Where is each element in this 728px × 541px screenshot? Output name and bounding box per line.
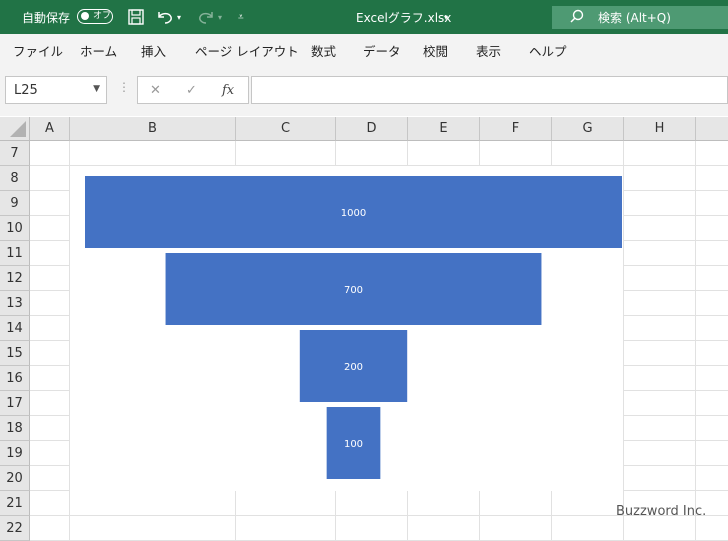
title-bar: 自動保存 オフ ▾ ▾ ⩡ Excelグラフ.xlsx ▾ 検索 (Alt+Q): [0, 0, 728, 34]
tab-review[interactable]: 校閲: [423, 34, 448, 66]
funnel-chart[interactable]: 1000 700 200 100: [70, 166, 623, 491]
funnel-data-label: 200: [344, 362, 363, 373]
column-header[interactable]: D: [336, 117, 408, 141]
redo-icon: [196, 0, 216, 34]
file-title-dropdown-icon[interactable]: ▾: [444, 0, 448, 34]
row-header[interactable]: 9: [0, 191, 30, 216]
formula-buttons: ✕ ✓ fx: [137, 76, 249, 104]
column-header[interactable]: B: [70, 117, 236, 141]
cancel-icon[interactable]: ✕: [150, 83, 161, 98]
column-header-partial[interactable]: [696, 117, 728, 141]
row-header[interactable]: 13: [0, 291, 30, 316]
tab-view[interactable]: 表示: [476, 34, 501, 66]
formula-bar-area: L25 ▼ ⋮ ✕ ✓ fx: [0, 66, 728, 116]
search-label: 検索 (Alt+Q): [598, 11, 671, 25]
enter-icon[interactable]: ✓: [186, 83, 197, 98]
column-header[interactable]: H: [624, 117, 696, 141]
funnel-chart-svg: 1000 700 200 100: [85, 176, 622, 479]
search-icon: [570, 9, 584, 26]
name-box[interactable]: L25 ▼: [5, 76, 107, 104]
tab-home[interactable]: ホーム: [80, 34, 117, 66]
file-title[interactable]: Excelグラフ.xlsx: [356, 0, 451, 34]
column-header[interactable]: E: [408, 117, 480, 141]
insert-function-icon[interactable]: fx: [222, 83, 234, 98]
save-icon[interactable]: [127, 0, 145, 34]
funnel-data-label: 100: [344, 439, 363, 450]
row-header[interactable]: 17: [0, 391, 30, 416]
row-header[interactable]: 15: [0, 341, 30, 366]
toggle-knob: [81, 12, 89, 20]
row-header[interactable]: 19: [0, 441, 30, 466]
undo-icon[interactable]: [155, 0, 175, 34]
autosave-toggle[interactable]: オフ: [77, 9, 113, 24]
row-header[interactable]: 22: [0, 516, 30, 541]
search-box[interactable]: 検索 (Alt+Q): [552, 6, 728, 29]
row-header[interactable]: 12: [0, 266, 30, 291]
tab-page-layout[interactable]: ページ レイアウト: [195, 34, 299, 66]
select-all-corner[interactable]: [0, 117, 30, 141]
row-header[interactable]: 18: [0, 416, 30, 441]
row-header[interactable]: 11: [0, 241, 30, 266]
autosave-label: 自動保存: [22, 10, 71, 25]
row-header[interactable]: 20: [0, 466, 30, 491]
tab-insert[interactable]: 挿入: [141, 34, 166, 66]
row-header[interactable]: 21: [0, 491, 30, 516]
row-header[interactable]: 16: [0, 366, 30, 391]
column-header[interactable]: G: [552, 117, 624, 141]
formula-input[interactable]: [251, 76, 728, 104]
tab-data[interactable]: データ: [363, 34, 401, 66]
redo-dropdown-icon: ▾: [218, 12, 223, 22]
column-header[interactable]: A: [30, 117, 70, 141]
name-box-value: L25: [14, 83, 38, 98]
tab-file[interactable]: ファイル: [13, 34, 63, 66]
funnel-data-label: 700: [344, 285, 363, 296]
row-header[interactable]: 10: [0, 216, 30, 241]
row-header[interactable]: 7: [0, 141, 30, 166]
ribbon-tabs: ファイル ホーム 挿入 ページ レイアウト 数式 データ 校閲 表示 ヘルプ: [0, 34, 728, 67]
watermark: Buzzword Inc.: [616, 504, 707, 519]
undo-dropdown-icon[interactable]: ▾: [177, 0, 181, 34]
more-options-icon[interactable]: ⋮: [118, 80, 130, 94]
autosave-state: オフ: [93, 11, 112, 21]
tab-formulas[interactable]: 数式: [311, 34, 336, 66]
customize-toolbar-icon[interactable]: ⩡: [238, 0, 244, 34]
name-box-dropdown-icon[interactable]: ▼: [93, 84, 100, 94]
column-header[interactable]: F: [480, 117, 552, 141]
tab-help[interactable]: ヘルプ: [529, 34, 567, 66]
row-header[interactable]: 8: [0, 166, 30, 191]
funnel-data-label: 1000: [341, 208, 366, 219]
row-header[interactable]: 14: [0, 316, 30, 341]
column-header[interactable]: C: [236, 117, 336, 141]
